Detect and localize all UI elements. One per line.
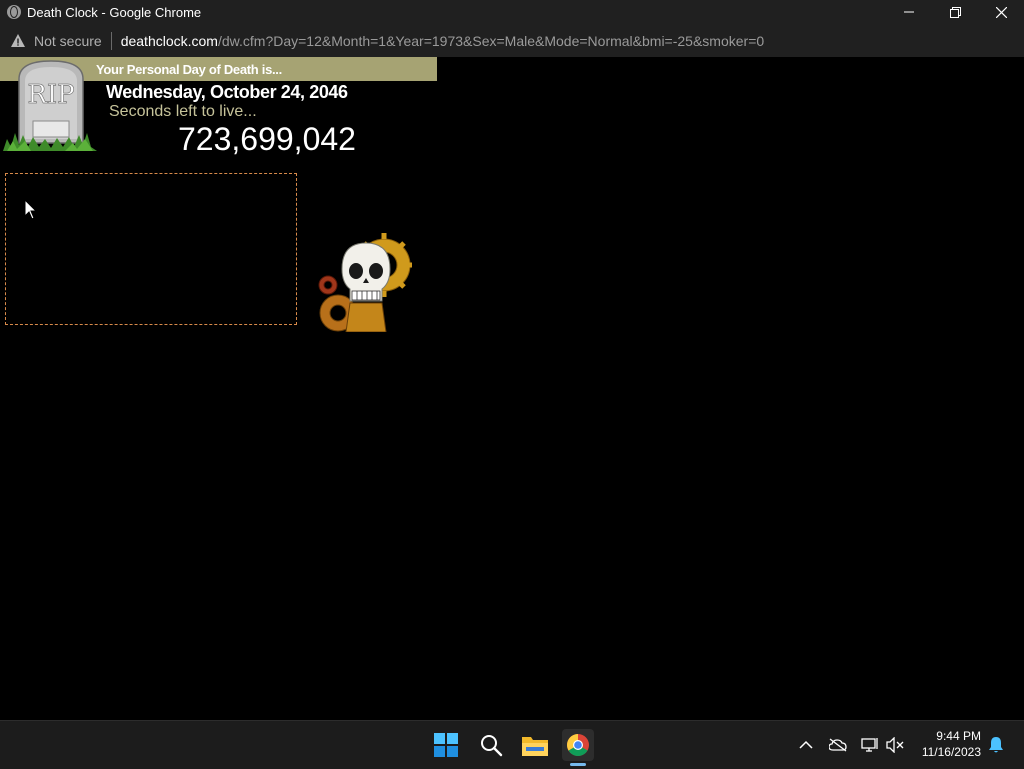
mouse-cursor-icon — [24, 199, 38, 220]
close-icon — [995, 6, 1007, 18]
restore-button[interactable] — [932, 0, 978, 24]
url-path: /dw.cfm?Day=12&Month=1&Year=1973&Sex=Mal… — [217, 32, 765, 49]
network-button[interactable] — [860, 735, 880, 755]
start-button[interactable] — [430, 729, 462, 761]
notification-bell-icon — [989, 737, 1003, 753]
restore-icon — [949, 6, 961, 18]
tombstone-text: RIP — [27, 80, 74, 110]
security-label[interactable]: Not secure — [34, 33, 102, 49]
search-icon — [481, 735, 503, 757]
file-explorer-button[interactable] — [519, 729, 551, 761]
onedrive-button[interactable] — [828, 735, 848, 755]
address-separator — [110, 31, 112, 50]
onedrive-icon — [829, 738, 847, 752]
start-icon — [434, 733, 458, 757]
window-titlebar: Death Clock - Google Chrome — [0, 0, 1024, 24]
chrome-active-indicator — [570, 763, 586, 766]
clock-date[interactable]: 11/16/2023 — [922, 745, 981, 759]
chrome-button[interactable] — [562, 729, 594, 761]
address-bar[interactable]: Not secure deathclock.com/dw.cfm?Day=12&… — [0, 24, 1024, 57]
volume-muted-icon — [886, 737, 904, 753]
chrome-icon — [567, 734, 589, 756]
tombstone-icon: RIP — [3, 60, 97, 151]
death-date: Wednesday, October 24, 2046 — [106, 82, 348, 102]
file-explorer-icon — [522, 737, 548, 756]
url-domain: deathclock.com — [120, 32, 218, 49]
globe-icon — [7, 5, 21, 19]
seconds-counter: 723,699,042 — [178, 121, 356, 157]
search-button[interactable] — [475, 729, 507, 761]
banner-text: Your Personal Day of Death is... — [96, 62, 282, 77]
window-controls — [886, 0, 1024, 24]
ad-placeholder[interactable] — [5, 173, 297, 325]
taskbar: 9:44 PM 11/16/2023 — [0, 720, 1024, 769]
url-text[interactable]: deathclock.com/dw.cfm?Day=12&Month=1&Yea… — [121, 33, 764, 49]
minimize-icon — [904, 11, 914, 13]
window-title: Death Clock - Google Chrome — [27, 4, 202, 20]
volume-button[interactable] — [885, 735, 905, 755]
skull-gears-icon — [318, 233, 412, 332]
warning-icon[interactable] — [10, 33, 26, 49]
minimize-button[interactable] — [886, 0, 932, 24]
page-content: Your Personal Day of Death is... RIP Wed… — [0, 57, 1024, 720]
notification-button[interactable] — [986, 735, 1006, 755]
seconds-label: Seconds left to live... — [109, 103, 257, 120]
close-button[interactable] — [978, 0, 1024, 24]
chevron-up-icon — [799, 740, 813, 749]
clock-time[interactable]: 9:44 PM — [936, 729, 981, 743]
show-hidden-icons-button[interactable] — [796, 735, 816, 755]
network-icon — [861, 738, 878, 752]
